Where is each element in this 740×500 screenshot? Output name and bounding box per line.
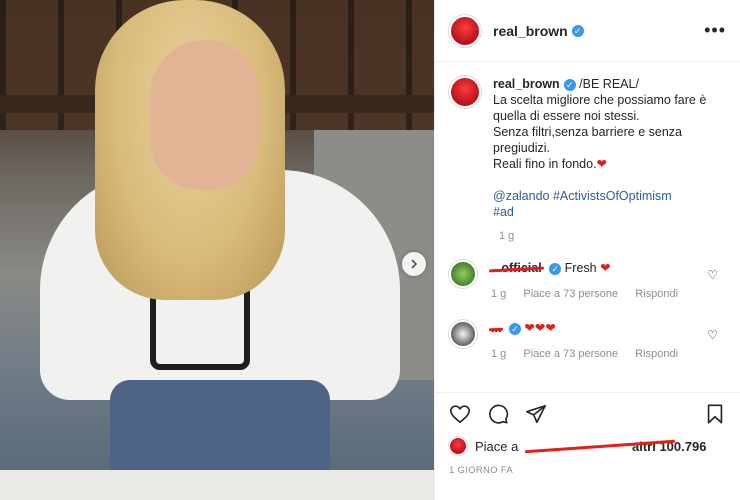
liker-avatar[interactable] (449, 437, 467, 455)
caption-username[interactable]: real_brown (493, 77, 560, 91)
action-icons (449, 403, 726, 425)
caption-line: Senza filtri,senza barriere e senza (493, 125, 682, 139)
author-username[interactable]: real_brown (493, 23, 568, 39)
reply-button[interactable]: Rispondi (635, 348, 678, 360)
likes-summary: Piace a altri 100.796 (449, 437, 726, 455)
comment-meta: 1 g Piace a 73 persone Rispondi (491, 346, 692, 362)
comment-time: 1 g (491, 348, 507, 360)
caption-title: /BE REAL/ (579, 77, 639, 91)
caption-avatar[interactable] (449, 76, 481, 108)
comment-icon[interactable] (487, 403, 509, 425)
caption-text: real_brown ✓ /BE REAL/ La scelta migliore… (493, 76, 713, 220)
like-comment-heart-icon[interactable]: ♡ (707, 328, 718, 342)
post-side-panel: real_brown ✓ ••• real_brown ✓ /BE REAL/ L… (434, 0, 740, 500)
reply-button[interactable]: Rispondi (635, 288, 678, 300)
photo-table (0, 470, 434, 500)
commenter-avatar[interactable] (449, 260, 477, 288)
comment-item: ...official ✓ Fresh ❤ 1 g Piace a 73 per… (449, 260, 726, 302)
comment-body: ...official ✓ Fresh ❤ 1 g Piace a 73 per… (491, 260, 692, 302)
verified-badge-icon: ✓ (508, 322, 521, 335)
verified-badge-icon: ✓ (563, 78, 576, 91)
commenter-username[interactable]: ... (491, 321, 501, 335)
comment-item: ... ✓ ❤❤❤ 1 g Piace a 73 persone Rispond… (449, 320, 726, 362)
caption-time: 1 g (499, 230, 515, 242)
red-heart-icon: ❤❤❤ (524, 321, 556, 335)
red-heart-icon: ❤ (596, 157, 608, 171)
caption-tags[interactable]: @zalando #ActivistsOfOptimism (493, 189, 672, 203)
likes-text[interactable]: Piace a altri 100.796 (475, 439, 706, 454)
comment-likes[interactable]: Piace a 73 persone (523, 348, 618, 360)
photo-face (150, 40, 260, 190)
comment-body: ... ✓ ❤❤❤ 1 g Piace a 73 persone Rispond… (491, 320, 692, 362)
bookmark-icon[interactable] (704, 403, 726, 425)
more-options-icon[interactable]: ••• (704, 20, 726, 41)
commenter-username[interactable]: ...official (491, 261, 542, 275)
caption: real_brown ✓ /BE REAL/ La scelta migliore… (449, 76, 726, 220)
caption-line: Reali fino in fondo. (493, 157, 597, 171)
likes-count[interactable]: altri 100.796 (632, 439, 706, 454)
like-comment-heart-icon[interactable]: ♡ (707, 268, 718, 282)
likes-prefix: Piace a (475, 438, 519, 454)
post-date: 1 GIORNO FA (449, 465, 514, 476)
comment-time: 1 g (491, 288, 507, 300)
caption-line: La scelta migliore che possiamo fare è (493, 93, 707, 107)
comments-area[interactable]: real_brown ✓ /BE REAL/ La scelta migliore… (435, 62, 740, 392)
heart-icon[interactable] (449, 403, 471, 425)
comment-meta: 1 g Piace a 73 persone Rispondi (491, 286, 692, 302)
caption-hashtag[interactable]: #ad (493, 205, 514, 219)
caption-line: quella di essere noi stessi. (493, 109, 640, 123)
comment-text: Fresh (564, 261, 597, 275)
verified-badge-icon: ✓ (571, 24, 584, 37)
next-photo-button[interactable] (402, 252, 426, 276)
caption-line: pregiudizi. (493, 141, 550, 155)
post-actions: Piace a altri 100.796 1 GIORNO FA (435, 392, 740, 500)
comment-likes[interactable]: Piace a 73 persone (523, 288, 618, 300)
post-photo[interactable] (0, 0, 434, 500)
post-header: real_brown ✓ ••• (435, 0, 740, 62)
verified-badge-icon: ✓ (549, 262, 562, 275)
share-icon[interactable] (525, 403, 547, 425)
chevron-right-icon (411, 259, 418, 269)
red-heart-icon: ❤ (600, 261, 611, 275)
commenter-avatar[interactable] (449, 320, 477, 348)
author-avatar[interactable] (449, 14, 481, 47)
